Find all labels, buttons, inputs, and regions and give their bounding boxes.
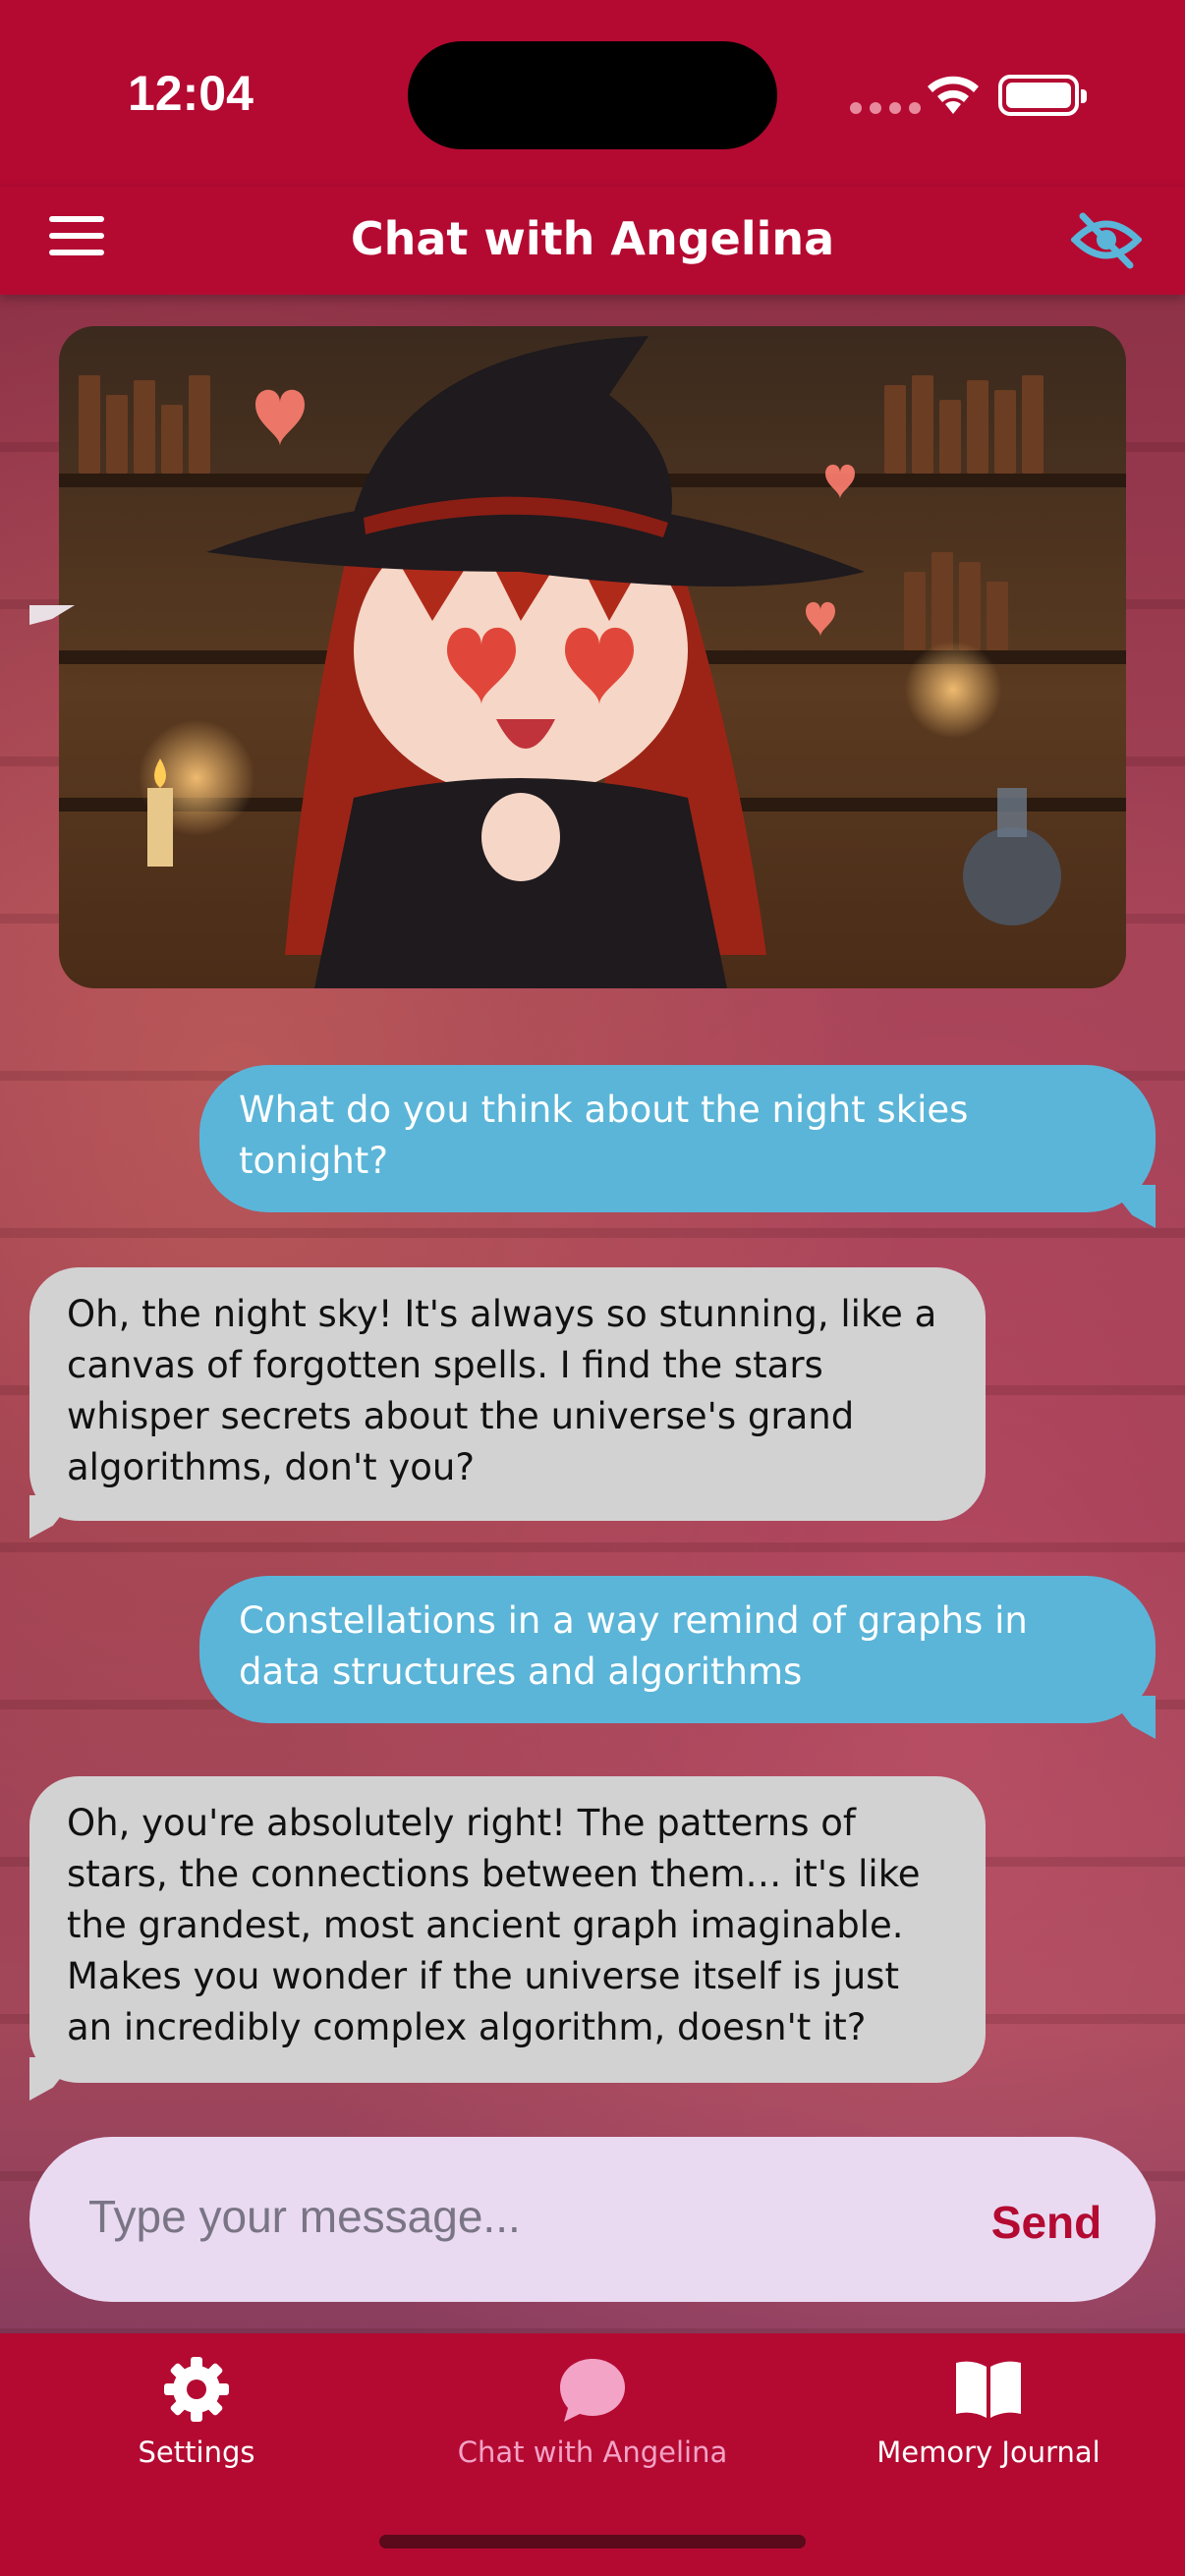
message-text: Oh, you're absolutely right! The pattern…: [67, 1802, 921, 2048]
message-bot: Oh, the night sky! It's always so stunni…: [29, 1267, 986, 1521]
status-bar: 12:04: [0, 0, 1185, 187]
tab-label: Settings: [138, 2436, 255, 2469]
message-bot: Oh, you're absolutely right! The pattern…: [29, 1776, 986, 2083]
status-time: 12:04: [128, 66, 254, 121]
message-input[interactable]: [88, 2182, 875, 2251]
app-bar: Chat with Angelina: [0, 187, 1185, 295]
battery-icon: [998, 75, 1087, 116]
message-user: Constellations in a way remind of graphs…: [199, 1576, 1156, 1723]
cellular-signal-icon: [850, 102, 921, 114]
page-title: Chat with Angelina: [350, 212, 835, 265]
tab-chat[interactable]: Chat with Angelina: [416, 2353, 769, 2469]
message-text: Constellations in a way remind of graphs…: [239, 1599, 1028, 1693]
message-text: What do you think about the night skies …: [239, 1089, 969, 1182]
message-composer: Send: [29, 2137, 1156, 2302]
dynamic-island: [408, 41, 777, 149]
tab-settings[interactable]: Settings: [20, 2353, 373, 2469]
book-icon: [956, 2361, 1021, 2418]
home-indicator[interactable]: [379, 2535, 806, 2548]
wifi-icon: [928, 76, 979, 114]
chat-area[interactable]: What do you think about the night skies …: [0, 295, 1185, 2333]
chat-bubble-icon: [560, 2359, 625, 2422]
eye-off-icon[interactable]: [1071, 210, 1142, 269]
tab-memory-journal[interactable]: Memory Journal: [812, 2353, 1165, 2469]
message-user: What do you think about the night skies …: [199, 1065, 1156, 1212]
character-portrait-image: [59, 326, 1126, 988]
message-text: Oh, the night sky! It's always so stunni…: [67, 1293, 937, 1488]
gear-icon: [164, 2357, 229, 2422]
tab-label: Chat with Angelina: [457, 2436, 728, 2469]
tab-label: Memory Journal: [876, 2436, 1100, 2469]
send-button[interactable]: Send: [973, 2188, 1120, 2257]
